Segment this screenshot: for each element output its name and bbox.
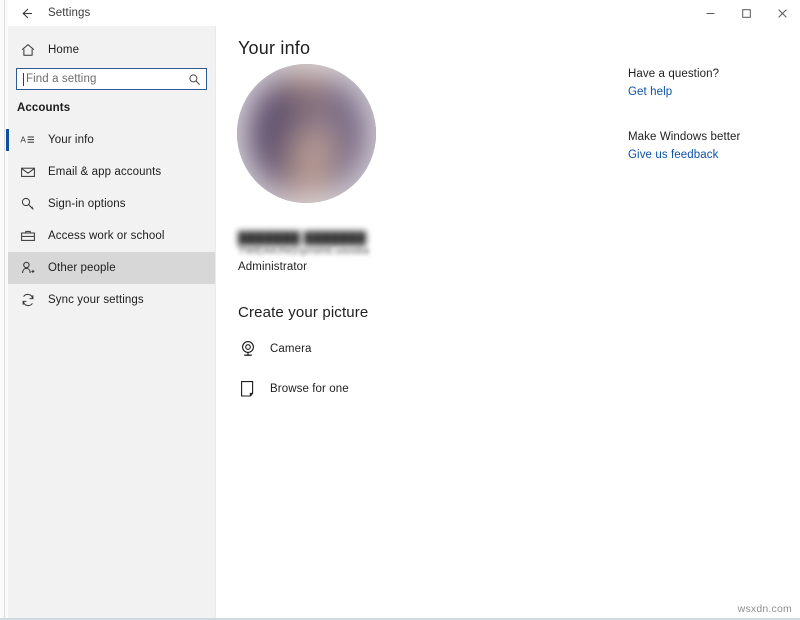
browse-option-label: Browse for one [270,383,349,395]
search-input[interactable]: Find a setting [16,68,207,90]
sidebar-item-label-sign-in-options: Sign-in options [48,198,126,210]
person-add-icon [8,260,48,276]
window-edge-line [4,0,5,620]
account-path: TWEAKING\prishti.usodia [238,245,370,257]
envelope-icon [8,164,48,180]
close-button[interactable] [764,0,800,26]
sidebar-item-label-access-work-or-school: Access work or school [48,230,165,242]
maximize-button[interactable] [728,0,764,26]
search-icon[interactable] [188,73,201,86]
window-controls [692,0,800,26]
give-feedback-link[interactable]: Give us feedback [628,149,718,161]
avatar[interactable] [237,64,376,203]
sidebar-item-label-sync-your-settings: Sync your settings [48,294,144,306]
text-caret [23,73,24,86]
avatar-vignette [237,64,376,203]
browse-option[interactable]: Browse for one [238,374,349,404]
sidebar-item-other-people[interactable]: Other people [8,252,215,284]
page-title: Your info [238,38,311,58]
key-icon [8,196,48,212]
sidebar-item-email-app-accounts[interactable]: Email & app accounts [8,156,215,188]
settings-sidebar: Home Find a setting Accounts A Your info… [6,26,216,620]
minimize-button[interactable] [692,0,728,26]
sidebar-item-home[interactable]: Home [8,34,215,66]
feedback-heading: Make Windows better [628,131,741,143]
sidebar-item-access-work-or-school[interactable]: Access work or school [8,220,215,252]
camera-option[interactable]: Camera [238,334,312,364]
minimize-icon [705,8,716,19]
account-role: Administrator [238,261,308,273]
close-icon [777,8,788,19]
sidebar-item-sign-in-options[interactable]: Sign-in options [8,188,215,220]
search-placeholder: Find a setting [26,73,97,85]
sync-icon [8,292,48,308]
sidebar-item-label-your-info: Your info [48,134,94,146]
settings-window: Settings Home Find a setting Accounts A … [6,0,800,620]
briefcase-icon [8,228,48,244]
home-icon [8,42,48,58]
sidebar-item-your-info[interactable]: A Your info [6,124,215,156]
title-bar: Settings [8,0,800,26]
get-help-link[interactable]: Get help [628,86,672,98]
maximize-icon [741,8,752,19]
selection-indicator [6,129,9,151]
window-title: Settings [48,7,91,19]
sidebar-section-title: Accounts [17,102,71,114]
sidebar-item-sync-your-settings[interactable]: Sync your settings [8,284,215,316]
svg-text:A: A [20,136,26,145]
create-picture-heading: Create your picture [238,304,369,321]
sidebar-item-label-other-people: Other people [48,262,116,274]
sidebar-item-label-email-app-accounts: Email & app accounts [48,166,162,178]
camera-icon [238,339,270,359]
main-content: Your info ███████ ███████ TWEAKING\prish… [216,26,800,620]
browse-file-icon [238,379,270,399]
camera-option-label: Camera [270,343,312,355]
contact-card-icon: A [8,132,48,148]
account-name: ███████ ███████ [238,231,367,245]
back-arrow-icon [20,6,35,21]
question-heading: Have a question? [628,68,720,80]
watermark: wsxdn.com [737,603,792,615]
sidebar-item-label-home: Home [48,44,80,56]
back-button[interactable] [12,0,42,26]
